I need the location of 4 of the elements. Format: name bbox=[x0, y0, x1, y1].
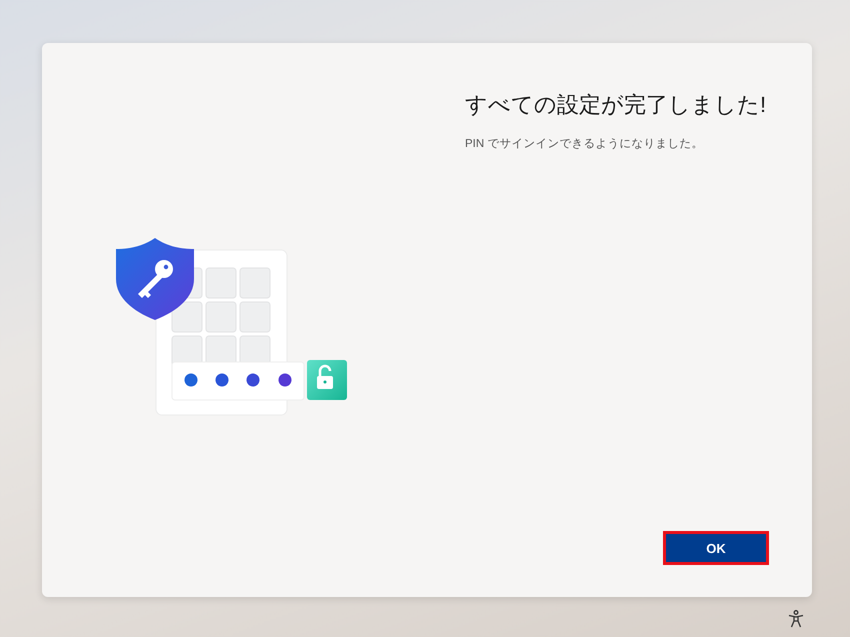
accessibility-icon[interactable] bbox=[788, 610, 804, 628]
ok-button[interactable]: OK bbox=[663, 531, 769, 565]
dialog-subtitle: PIN でサインインできるようになりました。 bbox=[465, 137, 704, 151]
dialog-title: すべての設定が完了しました! bbox=[465, 91, 768, 119]
